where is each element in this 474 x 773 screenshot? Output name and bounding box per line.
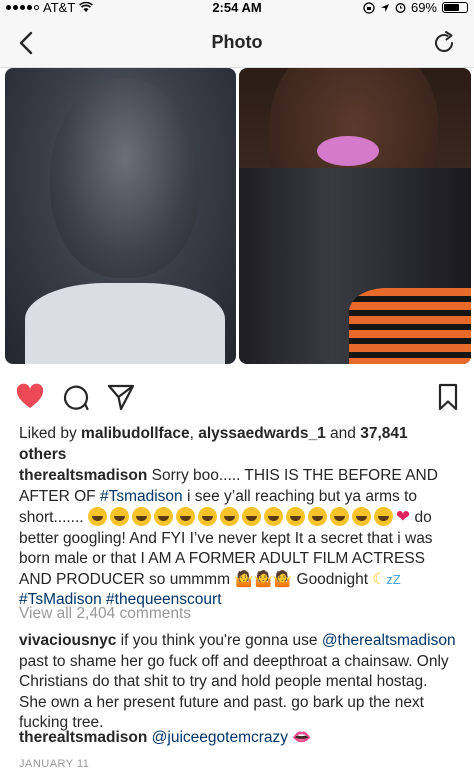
sleeping-emoji-icon: zZ	[386, 571, 401, 587]
laughing-emoji-icon	[263, 507, 283, 526]
red-heart-emoji-icon: ❤	[395, 507, 411, 526]
post-caption: therealtsmadison Sorry boo..... THIS IS …	[19, 466, 459, 611]
laughing-emoji-icon	[329, 507, 349, 526]
after-photo-lips	[317, 136, 379, 166]
laughing-emoji-icon	[351, 507, 371, 526]
view-all-comments-link[interactable]: View all 2,404 comments	[19, 604, 459, 625]
laughing-emoji-row	[87, 507, 396, 526]
refresh-icon[interactable]	[430, 29, 458, 57]
laughing-emoji-icon	[197, 507, 217, 526]
caption-username[interactable]: therealtsmadison	[19, 467, 147, 484]
comment-username[interactable]: vivaciousnyc	[19, 632, 116, 649]
laughing-emoji-icon	[175, 507, 195, 526]
laughing-emoji-icon	[307, 507, 327, 526]
laughing-emoji-icon	[241, 507, 261, 526]
likes-summary: Liked by malibudollface, alyssaedwards_1…	[19, 424, 459, 465]
comment-text: past to shame her go fuck off and deepth…	[19, 652, 449, 732]
before-photo-shirt	[25, 283, 225, 364]
status-right: 69%	[363, 0, 468, 15]
laughing-emoji-icon	[131, 507, 151, 526]
orientation-lock-icon	[363, 1, 375, 14]
battery-fill	[444, 4, 460, 11]
mention-link[interactable]: @therealtsmadison	[322, 632, 456, 649]
battery-icon	[442, 2, 468, 13]
alarm-icon	[395, 3, 406, 13]
comment-text: if you think you're gonna use	[116, 632, 322, 649]
bookmark-icon[interactable]	[433, 382, 463, 412]
liked-user-link[interactable]: malibudollface	[81, 425, 190, 442]
post-date: JANUARY 11	[19, 758, 90, 770]
woman-shrugging-emoji-icon: 🤷🤷🤷	[234, 570, 293, 588]
before-photo-face	[50, 78, 200, 278]
paper-plane-icon[interactable]	[106, 382, 136, 412]
status-bar: AT&T 2:54 AM 69%	[0, 0, 474, 16]
kiss-mark-emoji-icon: 👄	[292, 729, 312, 746]
navbar: Photo	[0, 16, 474, 68]
post-image[interactable]	[0, 68, 474, 368]
heart-icon[interactable]	[15, 382, 45, 412]
action-bar	[0, 378, 474, 418]
liked-and: and	[325, 425, 361, 442]
battery-percent: 69%	[410, 0, 437, 15]
crescent-moon-emoji-icon: ☾	[372, 570, 387, 588]
liked-user-link[interactable]: alyssaedwards_1	[198, 425, 326, 442]
after-photo	[239, 68, 471, 364]
laughing-emoji-icon	[109, 507, 129, 526]
location-icon	[380, 3, 389, 12]
laughing-emoji-icon	[153, 507, 173, 526]
hashtag-link[interactable]: #Tsmadison	[100, 488, 183, 505]
page-title: Photo	[211, 32, 263, 52]
caption-text: Goodnight	[292, 570, 369, 588]
laughing-emoji-icon	[219, 507, 239, 526]
liked-by-prefix: Liked by	[19, 425, 82, 442]
mention-link[interactable]: @juiceegotemcrazy	[152, 729, 288, 746]
laughing-emoji-icon	[373, 507, 393, 526]
comment-username[interactable]: therealtsmadison	[19, 729, 147, 746]
laughing-emoji-icon	[87, 507, 107, 526]
laughing-emoji-icon	[285, 507, 305, 526]
comment-bubble-icon[interactable]	[61, 382, 91, 412]
after-photo-top	[349, 288, 471, 364]
before-photo	[5, 68, 236, 364]
liked-separator: ,	[189, 425, 199, 442]
comment: therealtsmadison @juiceegotemcrazy 👄	[19, 728, 459, 749]
comment: vivaciousnyc if you think you're gonna u…	[19, 631, 459, 734]
